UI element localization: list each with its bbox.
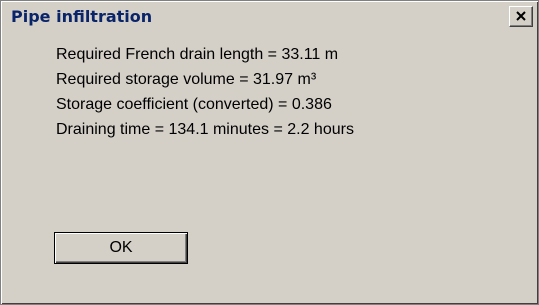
ok-button[interactable]: OK	[54, 232, 188, 264]
french-drain-length-text: Required French drain length = 33.11 m	[56, 46, 339, 63]
storage-coefficient-text: Storage coefficient (converted) = 0.386	[56, 96, 332, 113]
window-title: Pipe infiltration	[11, 7, 153, 26]
title-bar[interactable]: Pipe infiltration	[3, 3, 536, 31]
close-icon	[516, 11, 526, 21]
ok-button-label: OK	[109, 239, 133, 256]
close-button[interactable]	[509, 6, 533, 27]
storage-volume-text: Required storage volume = 31.97 m³	[56, 71, 317, 88]
draining-time-text: Draining time = 134.1 minutes = 2.2 hour…	[56, 121, 354, 138]
